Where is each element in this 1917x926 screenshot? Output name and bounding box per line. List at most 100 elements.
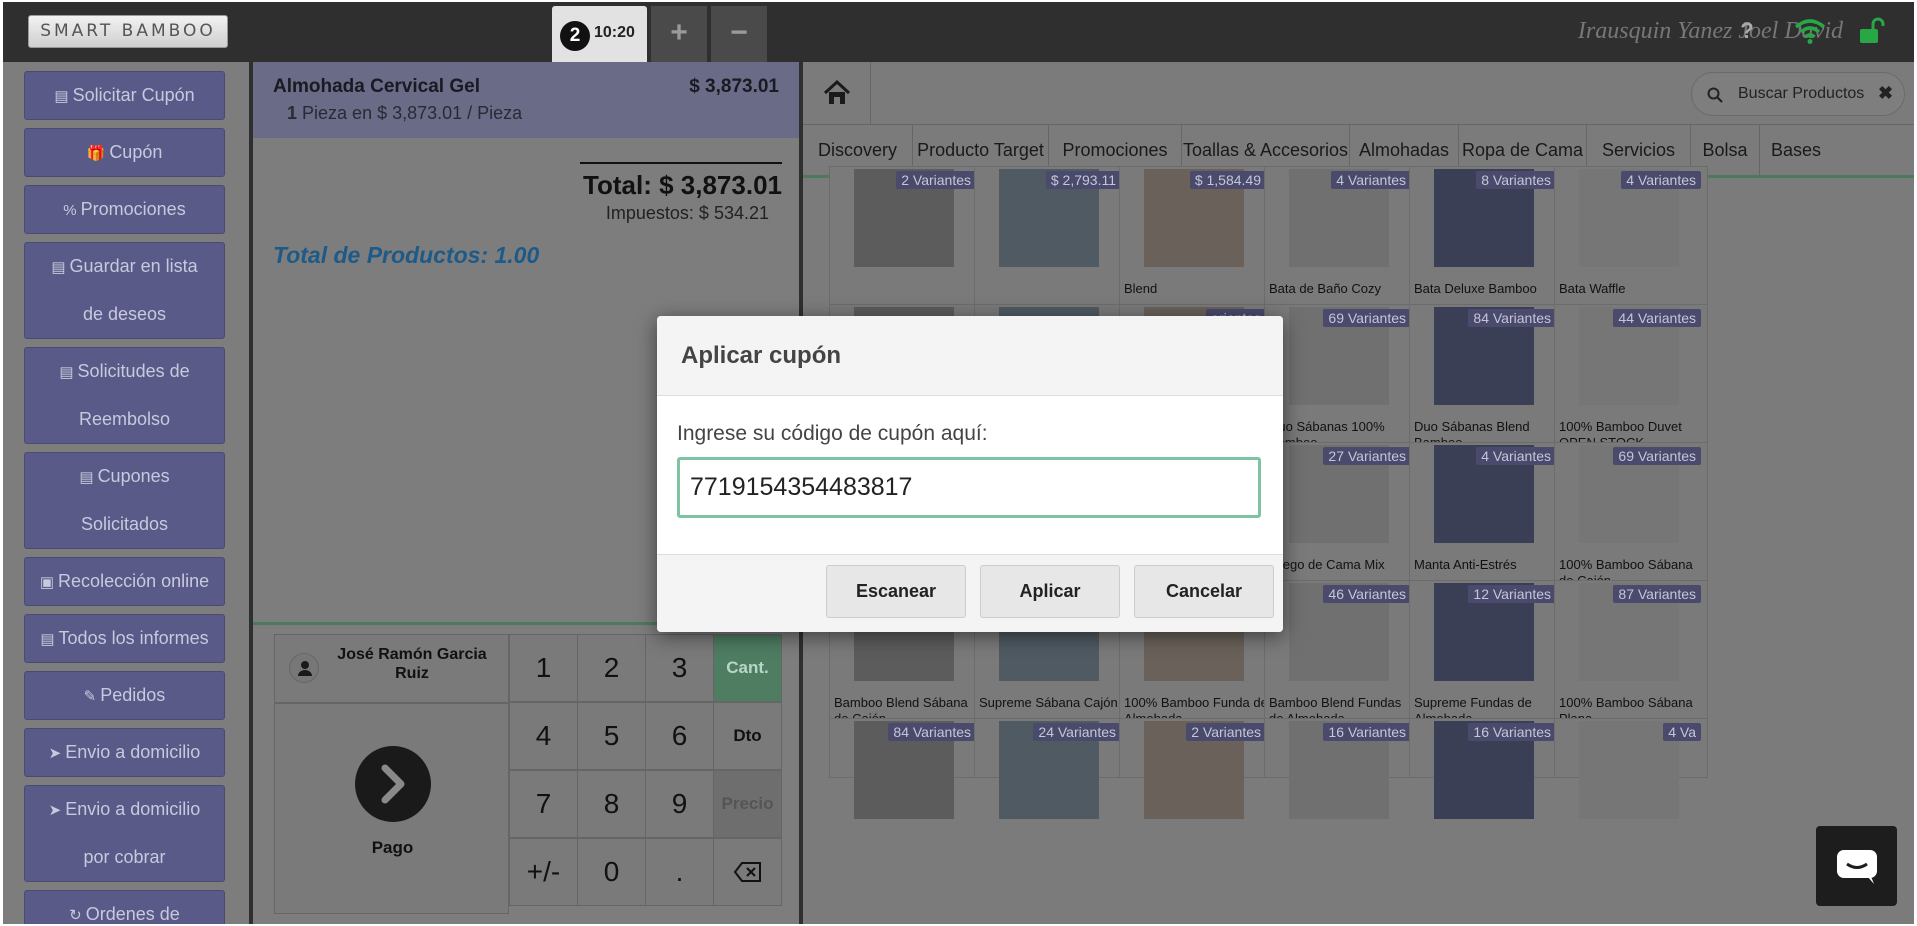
product-card[interactable]: 87 Variantes100% Bamboo Sábana Plana: [1554, 580, 1708, 726]
product-card[interactable]: 69 VariantesDuo Sábanas 100% Bamboo: [1264, 304, 1418, 450]
requested-coupons-button[interactable]: ▤ Cupones Solicitados: [24, 452, 225, 549]
key-3[interactable]: 3: [645, 634, 714, 702]
product-variant-badge: 44 Variantes: [1613, 309, 1701, 327]
category-tab[interactable]: Bases: [1760, 125, 1832, 176]
product-card[interactable]: 46 VariantesBamboo Blend Fundas de Almoh…: [1264, 580, 1418, 726]
product-card[interactable]: 27 Variantes Juego de Cama Mix: [1264, 442, 1418, 587]
product-card[interactable]: 4 Variantes Bata de Baño Cozy: [1264, 166, 1418, 311]
sidebar-item-label: Promociones: [80, 199, 186, 219]
search-icon: [1707, 87, 1723, 103]
send-icon: ➤: [48, 745, 62, 762]
cashier-name[interactable]: Irausquin Yanez Joel David: [1433, 18, 1843, 45]
order-line[interactable]: Almohada Cervical Gel $ 3,873.01 1 Pieza…: [253, 62, 799, 138]
product-card[interactable]: 4 Variantes Bata Waffle: [1554, 166, 1708, 311]
discount-mode-button[interactable]: Dto: [713, 702, 782, 770]
unlock-icon[interactable]: [1856, 16, 1886, 46]
cancel-button[interactable]: Cancelar: [1134, 565, 1274, 618]
pos-app: SMART BAMBOO 2 10:20 + − Irausquin Yanez…: [3, 2, 1914, 924]
product-card[interactable]: 4 Variantes Manta Anti-Estrés: [1409, 442, 1563, 587]
product-card[interactable]: 69 Variantes100% Bamboo Sábana de Cajón: [1554, 442, 1708, 588]
product-card[interactable]: 16 Variantes: [1264, 718, 1418, 819]
product-variant-badge: 69 Variantes: [1323, 309, 1411, 327]
order-total: Total: $ 3,873.01: [583, 170, 782, 200]
product-variant-badge: 12 Variantes: [1468, 585, 1556, 603]
key-1[interactable]: 1: [509, 634, 578, 702]
product-card[interactable]: 24 Variantes: [974, 718, 1128, 819]
key-7[interactable]: 7: [509, 770, 578, 838]
search-box[interactable]: Buscar Productos ✖: [1691, 72, 1905, 116]
promotions-button[interactable]: % Promociones: [24, 185, 225, 234]
product-card[interactable]: 12 VariantesSupreme Fundas de Almohada: [1409, 580, 1563, 726]
quantity-mode-button[interactable]: Cant.: [713, 634, 782, 702]
add-order-button[interactable]: +: [651, 6, 707, 62]
order-time: 10:20: [594, 24, 635, 41]
refund-requests-button[interactable]: ▤ Solicitudes de Reembolso: [24, 347, 225, 444]
sidebar-item-label: Ordenes de: [85, 904, 180, 924]
apply-button[interactable]: Aplicar: [980, 565, 1120, 618]
cod-delivery-button[interactable]: ➤ Envio a domicilio por cobrar: [24, 785, 225, 882]
product-name: Supreme Sábana Cajón: [979, 695, 1118, 710]
key-9[interactable]: 9: [645, 770, 714, 838]
remove-order-button[interactable]: −: [711, 6, 767, 62]
key-6[interactable]: 6: [645, 702, 714, 770]
product-card[interactable]: 16 Variantes: [1409, 718, 1563, 819]
key-0[interactable]: 0: [577, 838, 646, 906]
request-coupon-button[interactable]: ▤ Solicitar Cupón: [24, 71, 225, 120]
customer-button[interactable]: José Ramón Garcia Ruiz: [274, 634, 509, 703]
price-mode-button[interactable]: Precio: [713, 770, 782, 838]
key-4[interactable]: 4: [509, 702, 578, 770]
all-reports-button[interactable]: ▤ Todos los informes: [24, 614, 225, 663]
product-variant-badge: 46 Variantes: [1323, 585, 1411, 603]
document-icon: ▤: [54, 88, 69, 105]
product-card[interactable]: $ 1,584.49 Blend: [1119, 166, 1273, 311]
sidebar-item-label: Guardar en lista de deseos: [69, 256, 198, 324]
key-plus-minus[interactable]: +/-: [509, 838, 578, 906]
order-taxes: Impuestos: $ 534.21: [605, 203, 769, 223]
coupon-code-input[interactable]: [677, 457, 1261, 518]
send-icon: ➤: [48, 802, 62, 819]
product-card[interactable]: 84 VariantesDuo Sábanas Blend Bamboo: [1409, 304, 1563, 450]
product-variant-badge: $ 1,584.49: [1189, 171, 1266, 189]
close-icon[interactable]: ✖: [1878, 83, 1893, 104]
order-number-badge: 2: [560, 21, 590, 51]
sidebar-item-label: Envio a domicilio por cobrar: [65, 799, 201, 867]
product-card[interactable]: 84 Variantes: [829, 718, 983, 819]
product-card[interactable]: 2 Variantes: [829, 166, 983, 311]
search-input[interactable]: Buscar Productos: [1738, 85, 1864, 103]
home-button[interactable]: [803, 62, 871, 124]
customer-name: José Ramón Garcia Ruiz: [337, 646, 487, 682]
product-variant-badge: 16 Variantes: [1468, 723, 1556, 741]
product-name: Juego de Cama Mix: [1269, 557, 1385, 572]
key-5[interactable]: 5: [577, 702, 646, 770]
avatar-icon: [289, 653, 319, 683]
product-variant-badge: 2 Variantes: [1186, 723, 1266, 741]
product-card[interactable]: 8 Variantes Bata Deluxe Bamboo: [1409, 166, 1563, 311]
orders-of-button[interactable]: ↻ Ordenes de: [24, 890, 225, 924]
orders-button[interactable]: ✎ Pedidos: [24, 671, 225, 720]
product-card[interactable]: 44 Variantes100% Bamboo Duvet OPEN STOCK: [1554, 304, 1708, 450]
total-divider: [580, 162, 782, 164]
product-card[interactable]: 2 Variantes: [1119, 718, 1273, 819]
coupon-button[interactable]: 🎁 Cupón: [24, 128, 225, 177]
product-card[interactable]: $ 2,793.11: [974, 166, 1128, 311]
sidebar-item-label: Solicitar Cupón: [72, 85, 195, 105]
product-variant-badge: 84 Variantes: [1468, 309, 1556, 327]
wishlist-button[interactable]: ▤ Guardar en lista de deseos: [24, 242, 225, 339]
key-8[interactable]: 8: [577, 770, 646, 838]
home-delivery-button[interactable]: ➤ Envio a domicilio: [24, 728, 225, 777]
backspace-button[interactable]: [713, 838, 782, 906]
document-icon: ▤: [79, 469, 94, 486]
order-tab[interactable]: 2 10:20: [552, 6, 647, 62]
key-2[interactable]: 2: [577, 634, 646, 702]
dialog-footer: Escanear código Aplicar Cancelar: [657, 554, 1283, 632]
online-pickup-button[interactable]: ▣ Recolección online: [24, 557, 225, 606]
key-decimal[interactable]: .: [645, 838, 714, 906]
apply-coupon-dialog: Aplicar cupón Ingrese su código de cupón…: [657, 316, 1283, 632]
chat-button[interactable]: [1816, 826, 1897, 906]
sidebar-item-label: Solicitudes de Reembolso: [77, 361, 190, 429]
payment-button[interactable]: Pago: [274, 703, 509, 914]
wifi-icon: [1793, 16, 1827, 46]
scan-code-button[interactable]: Escanear código: [826, 565, 966, 618]
product-card[interactable]: 4 Va: [1554, 718, 1708, 819]
help-icon[interactable]: ?: [1732, 16, 1762, 46]
